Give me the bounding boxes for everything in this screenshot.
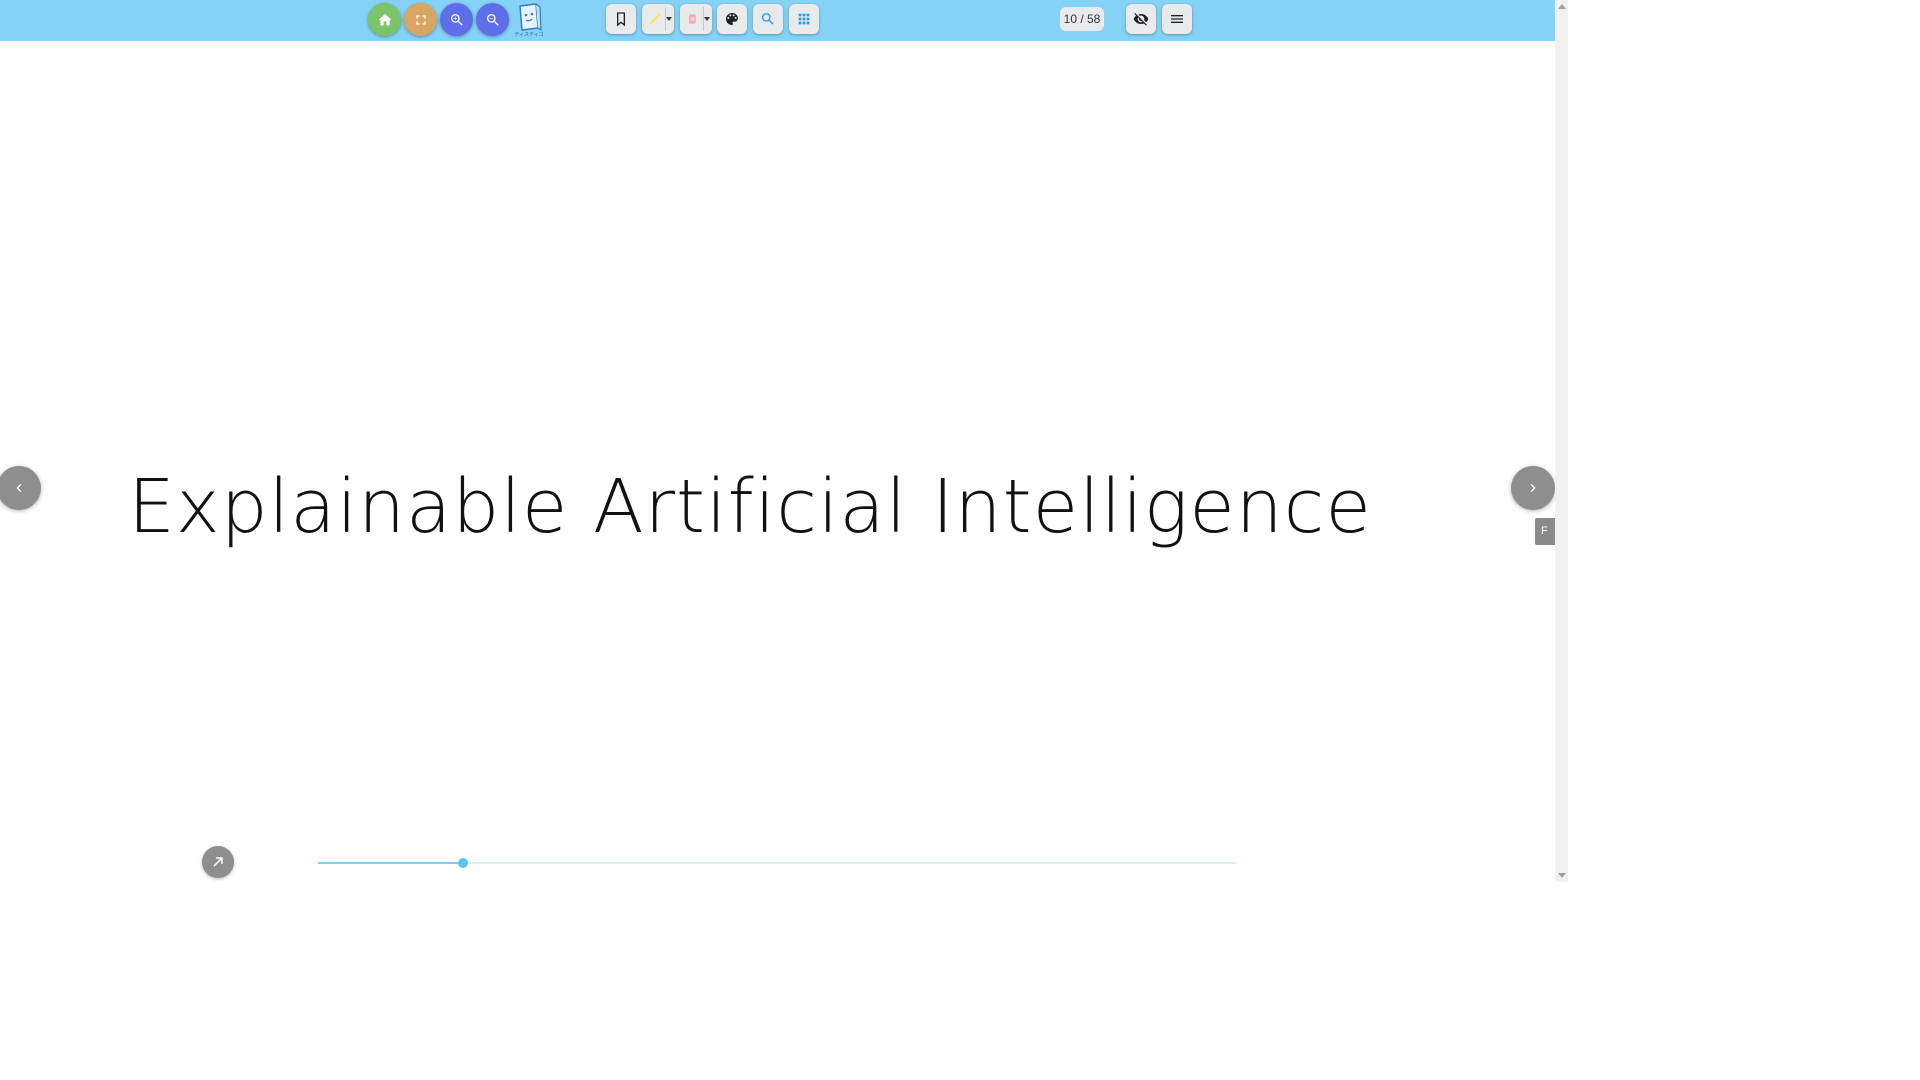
page-progress-fill	[318, 862, 464, 864]
page-progress-slider[interactable]	[318, 858, 1236, 868]
eraser-button[interactable]	[680, 4, 712, 34]
highlighter-dropdown-icon[interactable]	[666, 17, 672, 21]
search-icon	[762, 13, 774, 25]
scroll-down-icon[interactable]	[1558, 873, 1566, 878]
top-toolbar: ディスディコ 10 / 58	[0, 0, 1555, 41]
thumbnail-grid-button[interactable]	[789, 4, 819, 34]
home-button[interactable]	[368, 3, 401, 36]
highlighter-icon	[649, 13, 661, 25]
arrow-up-right-icon	[213, 857, 223, 867]
zoom-in-icon	[450, 13, 463, 26]
grid-icon	[798, 13, 810, 25]
zoom-out-button[interactable]	[476, 3, 509, 36]
fullscreen-button[interactable]	[404, 3, 437, 36]
fullscreen-icon	[415, 14, 426, 25]
book-mascot-icon	[519, 3, 542, 32]
bookmark-button[interactable]	[606, 4, 636, 34]
home-icon	[377, 13, 392, 25]
eraser-icon	[689, 14, 696, 24]
menu-button[interactable]	[1162, 4, 1192, 34]
bookmark-icon	[617, 12, 625, 27]
viewer-app: ディスディコ 10 / 58 Explainable Artificial In…	[0, 0, 1568, 882]
menu-icon	[1171, 15, 1183, 23]
chevron-right-icon	[1530, 484, 1536, 492]
zoom-out-icon	[486, 13, 499, 26]
hide-toolbar-button[interactable]	[1126, 4, 1156, 34]
palette-icon	[726, 13, 738, 25]
next-page-button[interactable]	[1511, 466, 1555, 510]
chevron-left-icon	[16, 484, 22, 492]
page-progress-thumb[interactable]	[458, 858, 469, 868]
zoom-in-button[interactable]	[440, 3, 473, 36]
eraser-dropdown-icon[interactable]	[704, 17, 710, 21]
logo-caption: ディスディコ	[514, 32, 544, 38]
eye-off-icon	[1133, 13, 1149, 26]
vertical-scrollbar[interactable]	[1555, 0, 1568, 882]
palette-button[interactable]	[717, 4, 747, 34]
expand-button[interactable]	[202, 846, 234, 878]
highlighter-button[interactable]	[642, 4, 674, 34]
search-button[interactable]	[753, 4, 783, 34]
page-counter[interactable]: 10 / 58	[1060, 7, 1104, 31]
app-logo[interactable]: ディスディコ	[514, 2, 544, 38]
scroll-up-icon[interactable]	[1558, 4, 1566, 9]
slide-title: Explainable Artificial Intelligence	[128, 464, 1372, 550]
